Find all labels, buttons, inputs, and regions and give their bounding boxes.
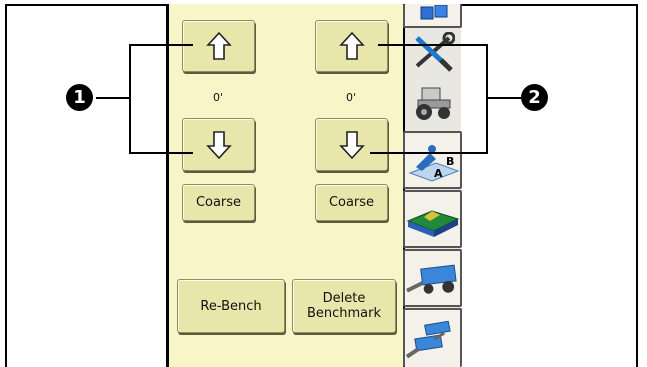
- sidebar-item-scraper[interactable]: [403, 249, 462, 307]
- down-arrow-icon: [338, 130, 365, 159]
- delete-benchmark-label: Delete Benchmark: [306, 291, 382, 321]
- left-offset-value: 0': [212, 91, 224, 104]
- sidebar-item-terrain[interactable]: [403, 190, 462, 248]
- sidebar-item-blocks[interactable]: [403, 4, 462, 28]
- down-arrow-icon: [205, 130, 232, 159]
- rebench-button[interactable]: Re-Bench: [177, 279, 285, 333]
- right-coarse-button[interactable]: Coarse: [315, 184, 388, 221]
- left-coarse-button[interactable]: Coarse: [182, 184, 255, 221]
- ab-line-label-a: A: [434, 167, 443, 180]
- sidebar-item-vehicle[interactable]: [403, 76, 462, 128]
- tractor-icon: [415, 87, 450, 120]
- right-offset-value: 0': [345, 91, 357, 104]
- callout-1-leader: [96, 97, 130, 99]
- callout-1-bracket-vertical: [129, 44, 131, 154]
- callout-2: 2: [521, 84, 548, 111]
- sidebar-item-ab-line[interactable]: A B: [403, 131, 462, 189]
- sidebar-item-dual-scraper[interactable]: [403, 308, 462, 367]
- callout-1-bracket-bottom: [129, 152, 193, 154]
- terrain-map-icon: [406, 210, 459, 237]
- right-down-button[interactable]: [315, 118, 388, 171]
- scraper-icon: [406, 264, 457, 294]
- sidebar-item-tools[interactable]: [403, 28, 462, 76]
- up-arrow-icon: [205, 31, 232, 60]
- ab-line-label-b: B: [446, 155, 454, 168]
- dual-scraper-icon: [405, 320, 451, 358]
- callout-2-bracket-vertical: [486, 44, 488, 154]
- callout-1: 1: [66, 84, 93, 111]
- right-up-button[interactable]: [315, 20, 388, 72]
- callout-2-bracket-top: [378, 44, 488, 46]
- callout-2-bracket-bottom: [370, 152, 488, 154]
- ab-line-icon: A B: [408, 145, 459, 182]
- callout-1-bracket-top: [129, 44, 193, 46]
- blue-block-icon: [420, 5, 447, 20]
- callout-2-leader: [486, 97, 522, 99]
- up-arrow-icon: [338, 31, 365, 60]
- delete-benchmark-button[interactable]: Delete Benchmark: [292, 279, 396, 333]
- left-down-button[interactable]: [182, 118, 255, 171]
- left-up-button[interactable]: [182, 20, 255, 72]
- tools-icon: [414, 32, 455, 72]
